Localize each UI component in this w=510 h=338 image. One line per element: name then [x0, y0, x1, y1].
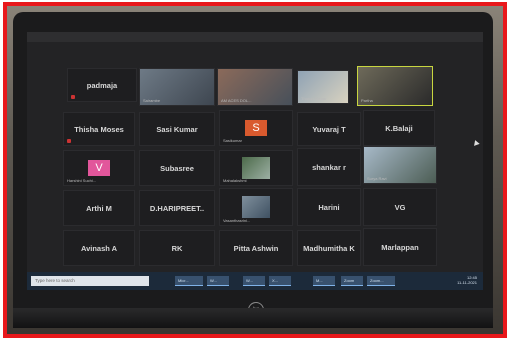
participant-tile[interactable]: Marlappan	[363, 228, 437, 266]
participant-name: Harini	[318, 202, 340, 212]
participant-tile[interactable]: D.HARIPREET..	[139, 190, 215, 226]
participant-tile[interactable]: Arthi M	[63, 190, 135, 226]
participant-video-thumb	[242, 196, 270, 218]
participant-video-tile[interactable]: Tharun Kumar	[297, 70, 349, 104]
avatar: V	[88, 160, 110, 176]
participant-video-tile[interactable]: AM ACES DOL...	[217, 68, 293, 106]
participant-tile[interactable]: K.Balaji	[363, 110, 435, 146]
participant-tile[interactable]: Thisha Moses	[63, 112, 135, 146]
laptop-screen: padmaja Sairambe AM ACES DOL... Tharun K…	[27, 32, 483, 290]
screenshot-frame: padmaja Sairambe AM ACES DOL... Tharun K…	[3, 2, 507, 338]
participant-tile[interactable]: Sasi Kumar	[139, 112, 215, 146]
taskbar-search-box[interactable]: Type here to search	[31, 276, 149, 286]
participant-name: VG	[394, 202, 406, 212]
participant-grid: padmaja Sairambe AM ACES DOL... Tharun K…	[27, 48, 483, 266]
participant-name: padmaja	[86, 80, 118, 90]
participant-name: Yuvaraj T	[312, 124, 346, 134]
participant-name: K.Balaji	[385, 123, 413, 133]
clock-date: 11-11-2021	[457, 280, 477, 285]
participant-video-tile[interactable]: Surya Ravi	[363, 146, 437, 184]
participant-name: Thisha Moses	[74, 124, 124, 134]
participant-name: AM ACES DOL...	[221, 98, 252, 103]
participant-tile[interactable]: Yuvaraj T	[297, 112, 361, 146]
participant-name: RK	[171, 243, 183, 253]
participant-name: Sasi Kumar	[156, 124, 198, 134]
participant-tile[interactable]: Subasree	[139, 150, 215, 186]
participant-video-thumb	[242, 157, 270, 179]
laptop: padmaja Sairambe AM ACES DOL... Tharun K…	[13, 12, 493, 328]
taskbar-app-button[interactable]: M...	[313, 276, 335, 286]
participant-name: Vasanthasrini...	[223, 218, 251, 223]
participant-name: Tharun Kumar	[301, 96, 327, 101]
participant-name: Harshini Suchi...	[67, 178, 97, 183]
participant-name: Sairambe	[143, 98, 161, 103]
participant-tile[interactable]: Harini	[297, 188, 361, 226]
participant-name: shankar r	[312, 162, 346, 172]
participant-name: D.HARIPREET..	[149, 203, 205, 213]
participant-tile[interactable]: VG	[363, 188, 437, 226]
taskbar-app-button[interactable]: W...	[207, 276, 229, 286]
participant-tile[interactable]: Madhumitha K	[297, 230, 361, 266]
participant-tile[interactable]: Vasanthasrini...	[219, 188, 293, 226]
participant-tile[interactable]: RK	[139, 230, 215, 266]
participant-name: Surya Ravi	[367, 176, 387, 181]
taskbar-app-button[interactable]: W...	[243, 276, 265, 286]
participant-video-tile-active-speaker[interactable]: Partha	[357, 66, 433, 106]
participant-name: Sasikumar	[223, 138, 242, 143]
taskbar-app-button[interactable]: Micr...	[175, 276, 203, 286]
participant-tile[interactable]: Mahalakshmi	[219, 150, 293, 186]
participant-tile[interactable]: Avinash A	[63, 230, 135, 266]
participant-name: Mahalakshmi	[223, 178, 247, 183]
participant-tile[interactable]: shankar r	[297, 148, 361, 186]
laptop-base	[13, 308, 493, 328]
participant-tile[interactable]: Pitta Ashwin	[219, 230, 293, 266]
participant-tile[interactable]: V Harshini Suchi...	[63, 150, 135, 186]
participant-tile[interactable]: padmaja	[67, 68, 137, 102]
mic-muted-icon	[67, 139, 71, 143]
taskbar-app-button[interactable]: Zoom	[341, 276, 363, 286]
mic-muted-icon	[71, 95, 75, 99]
system-tray-clock[interactable]: 12:45 11-11-2021	[457, 275, 477, 285]
windows-taskbar: Type here to search Micr... W... W... X.…	[27, 272, 483, 290]
participant-video-tile[interactable]: Sairambe	[139, 68, 215, 106]
taskbar-app-button[interactable]: X...	[269, 276, 291, 286]
participant-name: Pitta Ashwin	[233, 243, 279, 253]
participant-name: Subasree	[160, 163, 194, 173]
avatar: S	[245, 120, 267, 136]
participant-name: Marlappan	[381, 242, 419, 252]
participant-name: Partha	[361, 98, 373, 103]
participant-name: Avinash A	[80, 243, 118, 253]
participant-name: Arthi M	[86, 203, 112, 213]
participant-tile[interactable]: S Sasikumar	[219, 110, 293, 146]
participant-name: Madhumitha K	[303, 243, 355, 253]
zoom-top-bar	[27, 32, 483, 42]
taskbar-app-button[interactable]: Zoom...	[367, 276, 395, 286]
